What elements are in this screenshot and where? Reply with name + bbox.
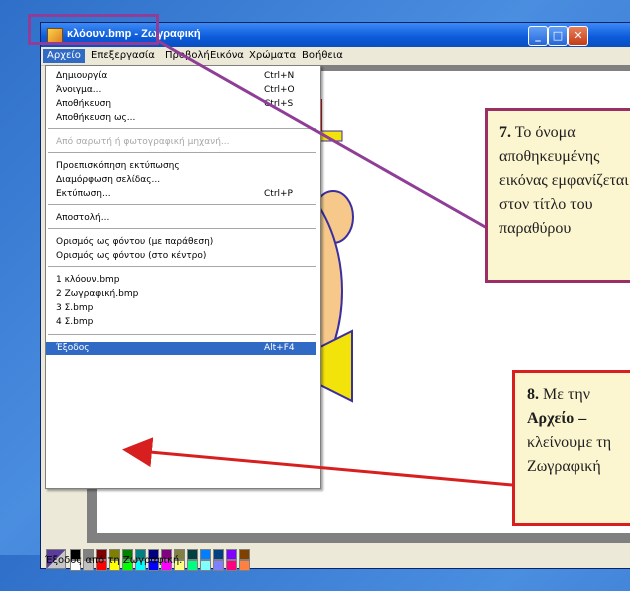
callout-7-line: στον τίτλο του xyxy=(499,196,593,213)
callout-7-connector xyxy=(157,39,488,230)
callout-8-number: 8. xyxy=(527,386,539,403)
callout-8-arrow xyxy=(122,437,513,487)
status-text: Έξοδος από τη Ζωγραφική. xyxy=(45,555,183,566)
callout-7: 7. Το όνομα αποθηκευμένης εικόνας εμφανί… xyxy=(485,108,630,283)
status-bar: Έξοδος από τη Ζωγραφική. xyxy=(41,554,630,568)
callout-8: 8. Με την Αρχείο – κλείνουμε τη Ζωγραφικ… xyxy=(512,370,630,526)
callout-7-line: εικόνας εμφανίζεται xyxy=(499,172,629,189)
callout-8-line: Ζωγραφική xyxy=(527,458,601,475)
callout-8-line: Με την xyxy=(543,386,590,403)
callout-8-bold-line: Αρχείο – xyxy=(527,410,587,427)
callout-7-line: παραθύρου xyxy=(499,220,572,237)
callout-7-number: 7. xyxy=(499,124,511,141)
callout-7-line: αποθηκευμένης xyxy=(499,148,600,165)
callout-7-line: Το όνομα xyxy=(514,124,576,141)
callout-8-line: κλείνουμε τη xyxy=(527,434,612,451)
